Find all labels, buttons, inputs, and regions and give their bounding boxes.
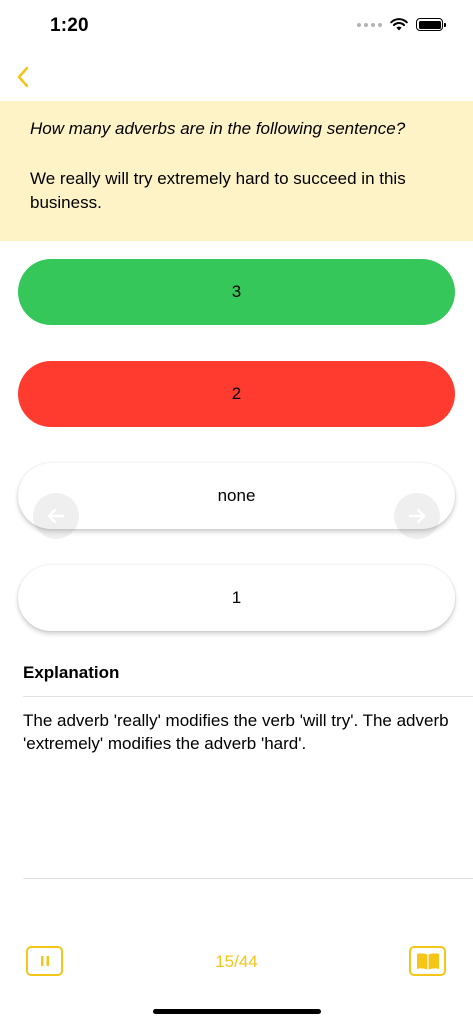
book-button[interactable] [409, 946, 446, 976]
explanation-title: Explanation [23, 663, 120, 682]
status-time: 1:20 [50, 15, 89, 36]
arrow-left-icon [47, 508, 65, 524]
question-prompt: How many adverbs are in the following se… [30, 119, 406, 138]
previous-question-button[interactable] [33, 493, 79, 539]
question-progress: 15/44 [215, 952, 258, 971]
question-sentence: We really will try extremely hard to suc… [30, 169, 406, 212]
wifi-icon [390, 18, 408, 31]
arrow-right-icon [408, 508, 426, 524]
answer-label: 1 [231, 588, 242, 607]
back-button[interactable] [8, 60, 38, 94]
home-indicator [153, 1009, 321, 1014]
cellular-signal-icon [357, 22, 382, 27]
answer-option[interactable]: none [18, 463, 455, 529]
pause-icon [40, 956, 49, 966]
answer-option-wrong[interactable]: 2 [18, 361, 455, 427]
question-panel: How many adverbs are in the following se… [0, 101, 473, 241]
chevron-left-icon [17, 66, 29, 88]
answer-label: 2 [231, 384, 242, 403]
divider [23, 878, 473, 879]
book-icon [416, 953, 439, 970]
status-icons [357, 18, 446, 31]
answer-option-correct[interactable]: 3 [18, 259, 455, 325]
divider [23, 696, 473, 697]
next-question-button[interactable] [394, 493, 440, 539]
pause-button[interactable] [26, 946, 63, 976]
status-bar: 1:20 [0, 0, 473, 54]
answer-option[interactable]: 1 [18, 565, 455, 631]
answer-label: none [217, 486, 256, 505]
explanation-text: The adverb 'really' modifies the verb 'w… [23, 711, 449, 753]
battery-icon [416, 18, 446, 31]
answer-label: 3 [231, 282, 242, 301]
